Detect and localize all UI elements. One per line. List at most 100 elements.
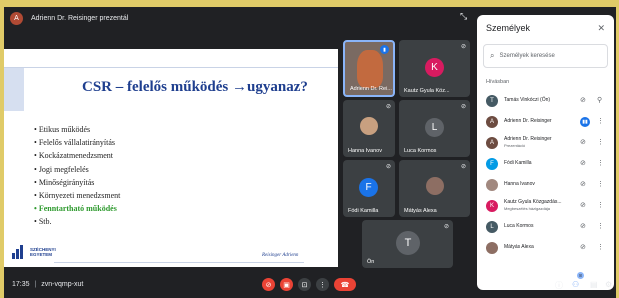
info-icon[interactable]: ⓘ — [555, 280, 563, 291]
person-name: Fódi Kamilla — [504, 160, 532, 166]
person-avatar: A — [486, 116, 498, 128]
slide-author: Reisinger Adrienn — [262, 253, 299, 258]
person-name: Kautz Gyula Közgazdás... — [504, 199, 562, 205]
university-logo-icon — [12, 245, 26, 259]
participant-count-badge: 8 — [577, 272, 584, 279]
pin-icon[interactable]: ⚲ — [597, 96, 602, 104]
mic-off-icon[interactable]: ⊘ — [580, 138, 586, 146]
search-placeholder: Személyek keresése — [499, 53, 555, 59]
participant-name: Hanna Ivanov — [348, 148, 382, 154]
people-list-item[interactable]: F Fódi Kamilla ⊘ ⋮ — [477, 155, 614, 173]
more-options-icon[interactable]: ⋮ — [597, 222, 604, 230]
people-search-input[interactable]: ⌕ Személyek keresése — [483, 44, 608, 68]
participant-tile-self[interactable]: ⊘ T Ön — [362, 220, 453, 268]
person-avatar: L — [486, 221, 498, 233]
in-call-section-label: Hívásban — [486, 79, 510, 85]
minimize-presentation-icon[interactable]: ⤡ — [460, 11, 470, 21]
presenter-avatar: A — [10, 11, 23, 25]
people-list-item[interactable]: T Tamás Vinkóczi (Ön) ⊘ ⚲ — [477, 92, 614, 110]
more-options-icon[interactable]: ⋮ — [597, 243, 604, 251]
slide-bullet-highlighted: Fenntartható működés — [34, 202, 120, 215]
people-list-item[interactable]: Mátyás Alexa ⊘ ⋮ — [477, 239, 614, 257]
participant-name: Mátyás Alexa — [404, 208, 437, 214]
slide-bullet: Jogi megfelelés — [34, 163, 120, 176]
slide-title: CSR – felelős működés →ugyanaz? — [82, 79, 308, 95]
people-list-item[interactable]: A Adrienn Dr. Reisinger Prezentáció ⊘ ⋮ — [477, 134, 614, 152]
more-options-icon[interactable]: ⋮ — [597, 138, 604, 146]
camera-toggle-button[interactable]: ▣ — [280, 278, 293, 291]
mic-off-icon[interactable]: ⊘ — [580, 222, 586, 230]
participant-avatar: L — [425, 118, 444, 137]
people-panel-title: Személyek — [486, 23, 531, 33]
person-avatar: T — [486, 95, 498, 107]
people-panel: Személyek ✕ ⌕ Személyek keresése Hívásba… — [477, 15, 614, 290]
mic-off-icon: ⊘ — [443, 224, 449, 230]
mic-off-icon[interactable]: ⊘ — [580, 159, 586, 167]
participant-name: Fódi Kamilla — [348, 208, 379, 214]
person-role: Megbeszélés házigazdája — [504, 206, 551, 211]
person-photo — [486, 242, 498, 254]
mic-off-icon: ⊘ — [385, 164, 391, 170]
person-name: Hanna Ivanov — [504, 181, 535, 187]
mic-off-icon[interactable]: ⊘ — [580, 201, 586, 209]
meeting-code: zvn-vqmp-xut — [41, 281, 84, 288]
person-name: Tamás Vinkóczi (Ön) — [504, 97, 551, 103]
mic-off-icon[interactable]: ⊘ — [580, 243, 586, 251]
activities-icon[interactable]: ⚙ — [605, 280, 612, 289]
chat-icon[interactable]: ▤ — [590, 280, 598, 289]
person-photo — [486, 179, 498, 191]
participant-name: Adrienn Dr. Rei... — [350, 86, 392, 92]
meeting-time: 17:35 — [12, 281, 30, 288]
slide-bullet: Kockázatmenedzsment — [34, 149, 120, 162]
close-icon[interactable]: ✕ — [597, 23, 605, 34]
person-name: Adrienn Dr. Reisinger — [504, 118, 552, 124]
participant-photo — [357, 50, 383, 88]
participant-name: Ön — [367, 259, 375, 265]
participant-avatar: K — [425, 58, 444, 77]
mic-off-icon[interactable]: ⊘ — [580, 96, 586, 104]
mic-off-icon: ⊘ — [385, 104, 391, 110]
search-icon: ⌕ — [490, 51, 495, 60]
more-options-icon[interactable]: ⋮ — [597, 201, 604, 209]
mic-toggle-button[interactable]: ⊘ — [262, 278, 275, 291]
mic-off-icon: ⊘ — [460, 104, 466, 110]
people-list-item[interactable]: A Adrienn Dr. Reisinger ▮▮ ⋮ — [477, 113, 614, 131]
leave-call-button[interactable]: ☎ — [334, 278, 356, 291]
people-list-item[interactable]: Hanna Ivanov ⊘ ⋮ — [477, 176, 614, 194]
slide-bullet: Felelős vállalatirányítás — [34, 136, 120, 149]
mic-off-icon: ⊘ — [460, 44, 466, 50]
more-options-icon[interactable]: ⋮ — [597, 180, 604, 188]
participant-tile-hanna[interactable]: ⊘ Hanna Ivanov — [343, 100, 395, 157]
self-avatar: T — [396, 231, 420, 255]
person-name: Luca Kormos — [504, 223, 534, 229]
people-list-item[interactable]: L Luca Kormos ⊘ ⋮ — [477, 218, 614, 236]
participant-tile-matyas[interactable]: ⊘ Mátyás Alexa — [399, 160, 470, 217]
speaking-icon[interactable]: ▮▮ — [580, 117, 590, 127]
bottom-control-bar: 17:35 | zvn-vqmp-xut ⊘ ▣ ⊡ ⋮ ☎ ⓘ ⚇ 8 ▤ ⚙ — [4, 269, 616, 298]
present-button[interactable]: ⊡ — [298, 278, 311, 291]
slide-bullet: Környezeti menedzsment — [34, 189, 121, 202]
mic-off-icon[interactable]: ⊘ — [580, 180, 586, 188]
people-icon[interactable]: ⚇ — [572, 280, 579, 289]
person-role: Prezentáció — [504, 143, 526, 148]
slide-bullet: Minőségirányítás — [34, 176, 120, 189]
person-avatar: A — [486, 137, 498, 149]
person-name: Mátyás Alexa — [504, 244, 534, 250]
meet-window: A Adrienn Dr. Reisinger prezentál ⤡ CSR … — [4, 7, 616, 298]
participant-tile-kautz[interactable]: ⊘ K Kautz Gyula Köz... — [399, 40, 470, 97]
participant-tile-adrienn[interactable]: ▮ Adrienn Dr. Rei... — [343, 40, 395, 97]
speaking-indicator-icon: ▮ — [380, 45, 389, 54]
participant-tile-luca[interactable]: ⊘ L Luca Kormos — [399, 100, 470, 157]
university-logo: SZÉCHENYI EGYETEM — [12, 245, 56, 259]
participant-tile-fodi[interactable]: ⊘ F Fódi Kamilla — [343, 160, 395, 217]
more-options-button[interactable]: ⋮ — [316, 278, 329, 291]
participant-name: Luca Kormos — [404, 148, 437, 154]
person-avatar: K — [486, 200, 498, 212]
more-options-icon[interactable]: ⋮ — [597, 159, 604, 167]
more-options-icon[interactable]: ⋮ — [597, 117, 604, 125]
university-logo-text: SZÉCHENYI EGYETEM — [30, 247, 56, 257]
participant-photo — [426, 177, 444, 195]
people-list-item[interactable]: K Kautz Gyula Közgazdás... Megbeszélés h… — [477, 197, 614, 215]
presentation-banner: A Adrienn Dr. Reisinger prezentál — [4, 7, 470, 29]
person-name: Adrienn Dr. Reisinger — [504, 136, 552, 142]
